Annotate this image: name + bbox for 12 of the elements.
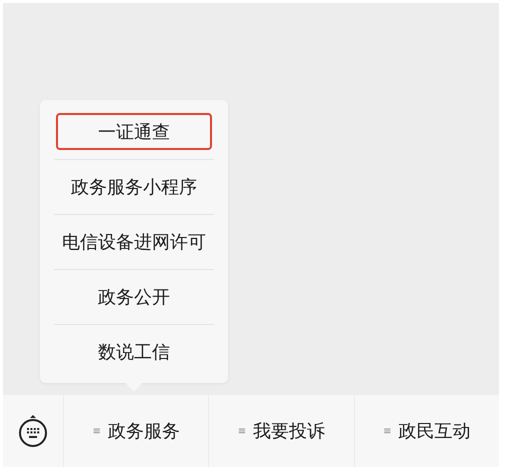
menu-mark: ≡ — [383, 426, 392, 436]
menu-tab[interactable]: 政务服务 — [108, 419, 180, 443]
keyboard-icon[interactable] — [18, 414, 48, 448]
submenu-item[interactable]: 数说工信 — [98, 340, 170, 364]
menu-tab[interactable]: 我要投诉 — [253, 419, 326, 443]
submenu-item[interactable]: 一证通查 — [56, 113, 212, 150]
submenu-item[interactable]: 政务公开 — [98, 285, 170, 309]
submenu-item[interactable]: 政务服务小程序 — [71, 175, 197, 199]
menu-mark: ≡ — [92, 426, 101, 436]
menu-mark: ≡ — [238, 426, 246, 436]
submenu-item[interactable]: 电信设备进网许可 — [62, 230, 206, 254]
menu-tab[interactable]: 政民互动 — [398, 419, 471, 443]
